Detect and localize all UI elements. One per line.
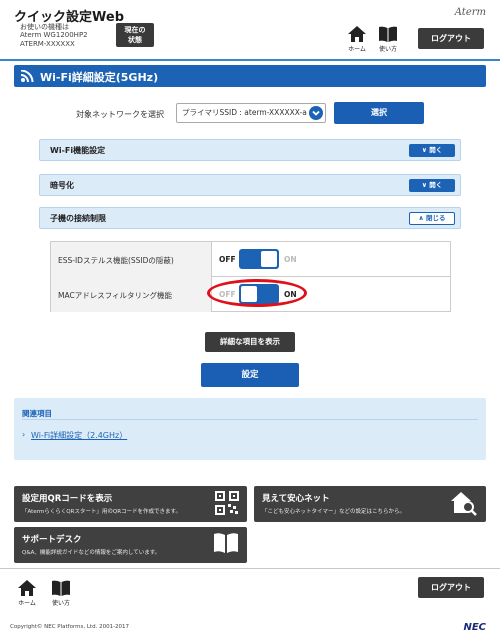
support-desk-tile[interactable]: サポートデスク Q&A、機能詳説ガイドなどの情報をご案内しています。	[14, 527, 247, 563]
stealth-toggle[interactable]: OFF ON	[212, 242, 450, 277]
section-label: 子機の接続制限	[50, 214, 106, 223]
wifi-icon	[21, 70, 34, 82]
setting-row-stealth: ESS-IDステルス機能(SSIDの隠蔽) OFF ON	[51, 242, 450, 277]
book-icon	[379, 26, 397, 42]
book-icon	[214, 533, 238, 553]
aterm-logo: Aterm	[454, 7, 486, 18]
book-icon	[52, 580, 70, 596]
page-title-bar: Wi-Fi詳細設定(5GHz)	[14, 65, 486, 87]
page-title: Wi-Fi詳細設定(5GHz)	[40, 71, 159, 84]
link-bullet-icon: ›	[22, 430, 26, 439]
home-search-icon	[451, 492, 477, 516]
help-label: 使い方	[378, 46, 397, 53]
collapse-label: 閉じる	[426, 214, 446, 222]
qr-code-tile[interactable]: 設定用QRコードを表示 「AtermらくらくQRスタート」用のQRコードを作成で…	[14, 486, 247, 522]
expand-label: 開く	[429, 146, 443, 154]
network-select[interactable]: プライマリSSID : aterm-XXXXXX-a	[176, 103, 326, 123]
show-details-button[interactable]: 詳細な項目を表示	[205, 332, 295, 352]
expand-label: 開く	[429, 181, 443, 189]
header-divider	[0, 59, 500, 61]
home-nav[interactable]: ホーム	[344, 26, 370, 53]
tile-title: 見えて安心ネット	[262, 494, 330, 504]
chevron-down-icon: ∨	[421, 181, 427, 189]
related-link-24ghz[interactable]: Wi-Fi詳細設定（2.4GHz）	[31, 430, 127, 441]
qr-code-icon	[215, 491, 239, 515]
expand-button[interactable]: ∨ 開く	[409, 144, 455, 157]
chevron-up-icon: ∧	[418, 214, 424, 222]
footer-logout-button[interactable]: ログアウト	[418, 577, 484, 598]
device-name: ATERM-XXXXXX	[20, 40, 75, 48]
tile-description: 「こども安心ネットタイマー」などの設定はこちらから。	[262, 509, 406, 515]
nec-logo: NEC	[463, 622, 486, 633]
current-status-button[interactable]: 現在の 状態	[116, 23, 154, 47]
network-select-label: 対象ネットワークを選択	[76, 110, 164, 119]
section-client-restriction[interactable]: 子機の接続制限 ∧ 閉じる	[39, 207, 461, 229]
home-icon	[18, 580, 36, 596]
section-encryption[interactable]: 暗号化 ∨ 開く	[39, 174, 461, 196]
help-label: 使い方	[51, 600, 70, 607]
toggle-knob[interactable]	[261, 251, 277, 267]
highlight-ellipse	[207, 279, 307, 307]
setting-label: ESS-IDステルス機能(SSIDの隠蔽)	[51, 242, 212, 277]
select-button[interactable]: 選択	[334, 102, 424, 124]
home-icon	[348, 26, 366, 42]
footer-divider	[0, 568, 500, 569]
status-button-line1: 現在の	[124, 26, 146, 34]
status-button-line2: 状態	[128, 36, 142, 44]
related-divider	[22, 419, 478, 420]
setting-label: MACアドレスフィルタリング機能	[51, 277, 212, 312]
safe-net-tile[interactable]: 見えて安心ネット 「こども安心ネットタイマー」などの設定はこちらから。	[254, 486, 486, 522]
tile-description: 「AtermらくらくQRスタート」用のQRコードを作成できます。	[22, 509, 181, 515]
toggle-off-label: OFF	[219, 255, 236, 264]
save-button[interactable]: 設定	[201, 363, 299, 387]
tile-description: Q&A、機能詳説ガイドなどの情報をご案内しています。	[22, 550, 161, 556]
toggle-track[interactable]	[239, 249, 279, 269]
chevron-down-icon: ∨	[421, 146, 427, 154]
footer-help-nav[interactable]: 使い方	[48, 580, 74, 607]
logout-button[interactable]: ログアウト	[418, 28, 484, 49]
home-label: ホーム	[18, 600, 36, 607]
help-nav[interactable]: 使い方	[375, 26, 401, 53]
expand-button[interactable]: ∨ 開く	[409, 179, 455, 192]
tile-title: サポートデスク	[22, 535, 82, 545]
device-model: Aterm WG1200HP2	[20, 31, 88, 39]
tile-title: 設定用QRコードを表示	[22, 494, 113, 504]
section-wifi-function[interactable]: Wi-Fi機能設定 ∨ 開く	[39, 139, 461, 161]
network-select-value: プライマリSSID : aterm-XXXXXX-a	[182, 108, 307, 117]
footer-home-nav[interactable]: ホーム	[14, 580, 40, 607]
section-label: Wi-Fi機能設定	[50, 146, 106, 155]
chevron-down-icon	[309, 106, 323, 120]
collapse-button[interactable]: ∧ 閉じる	[409, 212, 455, 225]
toggle-on-label: ON	[284, 255, 297, 264]
related-title: 関連項目	[22, 409, 52, 418]
section-label: 暗号化	[50, 181, 74, 190]
copyright: Copyright© NEC Platforms, Ltd. 2001-2017	[10, 624, 130, 630]
home-label: ホーム	[348, 46, 366, 53]
related-panel	[14, 398, 486, 460]
